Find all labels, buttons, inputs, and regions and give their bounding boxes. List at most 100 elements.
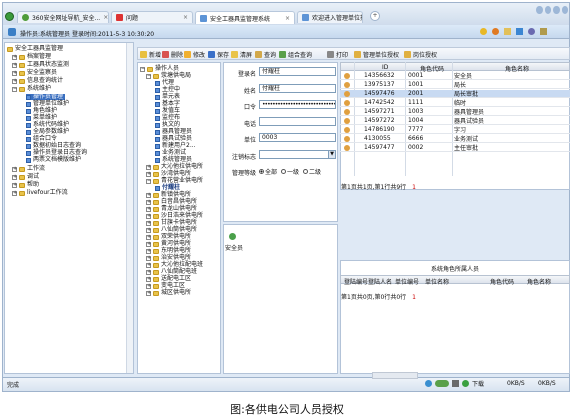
nav-item[interactable]: + 信息查询统计	[12, 78, 63, 84]
org-node[interactable]: + 城区供电所	[146, 290, 191, 296]
table-row[interactable]: 13975137 1001 局长	[340, 81, 570, 89]
table-row[interactable]: 14742542 1111 临时	[340, 99, 570, 107]
expand-icon[interactable]: +	[146, 262, 151, 268]
table-row[interactable]: 4130055 6666 业务测试	[340, 135, 570, 143]
nav-item[interactable]: + 调试	[12, 174, 39, 180]
expand-icon[interactable]: +	[12, 190, 17, 196]
folder-icon	[19, 182, 25, 188]
expand-icon[interactable]: +	[146, 290, 151, 296]
minimize-icon[interactable]	[536, 6, 543, 14]
expand-icon[interactable]: +	[12, 70, 17, 76]
save-button[interactable]: 保存	[208, 50, 229, 59]
table-row[interactable]: 14356632 0001 安全员	[340, 72, 570, 80]
nav-item[interactable]: + livefour工作流	[12, 190, 68, 196]
expand-icon[interactable]: +	[12, 174, 17, 180]
name-field[interactable]: 付耀柱	[259, 84, 336, 93]
clear-button[interactable]: 清屏	[231, 50, 252, 59]
table-row[interactable]: 14786190 7777 字习	[340, 126, 570, 134]
table-row[interactable]: 14597272 1004 器具试验员	[340, 117, 570, 125]
expand-icon[interactable]: +	[146, 206, 151, 212]
table-row[interactable]: 14597271 1003 器具管理员	[340, 108, 570, 116]
tab-safety-system[interactable]: 安全工器具监管理系统 ×	[195, 11, 295, 24]
maximize-icon[interactable]	[544, 6, 551, 14]
nav-item[interactable]: + 帮助	[12, 182, 39, 188]
collapse-icon[interactable]: −	[140, 66, 145, 72]
expand-icon[interactable]: +	[12, 54, 17, 60]
restore-icon[interactable]	[553, 6, 560, 14]
close-icon[interactable]: ×	[285, 15, 290, 22]
settings-icon[interactable]	[540, 28, 547, 35]
query-button[interactable]: 查询	[255, 50, 276, 59]
left-scrollbar[interactable]	[126, 43, 133, 373]
expand-icon[interactable]: +	[146, 220, 151, 226]
expand-icon[interactable]: +	[146, 255, 151, 261]
expand-icon[interactable]: +	[146, 164, 151, 170]
nav-subitem[interactable]: 两票文档模版维护	[26, 157, 81, 163]
table-row[interactable]: 14597477 0002 主任审批	[340, 144, 570, 152]
tools-icon[interactable]	[516, 28, 523, 35]
expand-icon[interactable]: +	[12, 182, 17, 188]
tab-360-nav[interactable]: 360安全网址导航_安全... ×	[17, 11, 109, 23]
expand-icon[interactable]: +	[146, 171, 151, 177]
nav-item[interactable]: + 工器具状态监测	[12, 62, 69, 68]
login-name-field[interactable]: 付耀柱	[259, 67, 336, 76]
expand-icon[interactable]: +	[12, 166, 17, 172]
expand-icon[interactable]: +	[146, 283, 151, 289]
level-all-radio[interactable]: 全部	[259, 167, 277, 176]
tab-question[interactable]: 问题 ×	[111, 11, 193, 23]
level-one-radio[interactable]: 一级	[281, 167, 299, 176]
close-window-icon[interactable]	[561, 6, 568, 14]
collapse-icon[interactable]: −	[146, 73, 151, 79]
add-button[interactable]: 新增	[140, 50, 161, 59]
add-role-icon[interactable]	[229, 233, 236, 240]
delete-button[interactable]: 删除	[162, 50, 183, 59]
print-button[interactable]: 打印	[327, 50, 348, 59]
chevron-down-icon[interactable]: ▼	[328, 151, 335, 158]
expand-icon[interactable]: +	[146, 227, 151, 233]
expand-icon[interactable]: +	[12, 78, 17, 84]
password-field[interactable]: ••••••••••••••••••••••••••••••••••••••	[259, 100, 336, 109]
expand-icon[interactable]: +	[146, 276, 151, 282]
combo-query-button[interactable]: 组合查询	[279, 50, 312, 59]
refresh-icon[interactable]	[492, 28, 499, 35]
close-icon[interactable]: ×	[103, 14, 108, 21]
table-row-selected[interactable]: 14597476 2001 局长审批	[340, 90, 570, 98]
nav-item-system[interactable]: − 系统维护	[12, 86, 51, 92]
close-icon[interactable]: ×	[183, 14, 188, 21]
mail-icon[interactable]	[504, 28, 511, 35]
level-two-radio[interactable]: 二级	[303, 167, 321, 176]
nav-item[interactable]: + 安全监察员	[12, 70, 57, 76]
shield-icon[interactable]	[425, 380, 432, 387]
phone-field[interactable]	[259, 117, 336, 126]
cancel-flag-select[interactable]: ▼	[259, 150, 336, 159]
star-icon[interactable]	[480, 28, 487, 35]
help-icon[interactable]	[528, 28, 535, 35]
unit-field[interactable]: 0003	[259, 133, 336, 142]
status-zoom-control[interactable]	[372, 372, 418, 379]
folder-icon	[153, 241, 159, 247]
network-icon[interactable]	[452, 380, 459, 387]
new-tab-button[interactable]: +	[370, 11, 380, 21]
nav-item-label: 安全监察员	[27, 69, 58, 76]
expand-icon[interactable]: +	[146, 234, 151, 240]
expand-icon[interactable]: +	[146, 269, 151, 275]
download-icon[interactable]	[462, 380, 469, 387]
tree-root[interactable]: 安全工器具监管理	[7, 46, 63, 52]
nav-item-label: 工器具状态监测	[27, 61, 70, 68]
unit-auth-button[interactable]: 管理单位授权	[354, 50, 399, 59]
expand-icon[interactable]: +	[12, 62, 17, 68]
tab-auth[interactable]: 欢迎进入管理单位授权 ×	[297, 11, 363, 23]
nav-item[interactable]: + 档案管理	[12, 54, 51, 60]
post-auth-button[interactable]: 岗位授权	[404, 50, 437, 59]
expand-icon[interactable]: +	[146, 248, 151, 254]
edit-button[interactable]: 修改	[184, 50, 205, 59]
expand-icon[interactable]: +	[146, 241, 151, 247]
nav-item[interactable]: + 工作流	[12, 166, 45, 172]
expand-icon[interactable]: +	[146, 192, 151, 198]
expand-icon[interactable]: +	[146, 213, 151, 219]
collapse-icon[interactable]: −	[146, 178, 151, 184]
expand-icon[interactable]: +	[146, 199, 151, 205]
collapse-icon[interactable]: −	[12, 86, 17, 92]
folder-icon	[19, 62, 25, 68]
toggle-icon[interactable]	[435, 380, 449, 387]
